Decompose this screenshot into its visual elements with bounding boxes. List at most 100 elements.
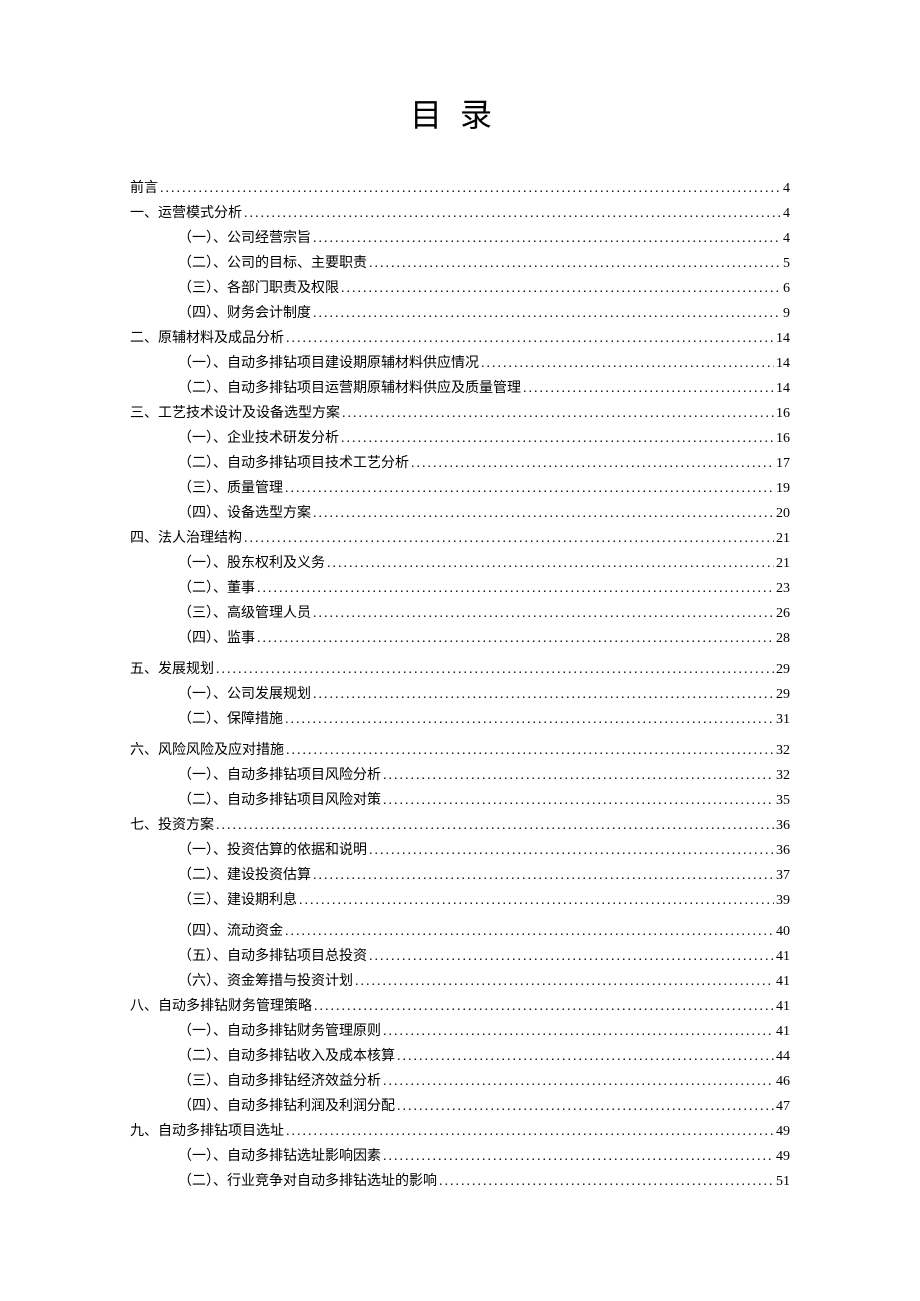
toc-entry-page: 23 — [774, 576, 790, 601]
toc-entry-page: 41 — [774, 969, 790, 994]
toc-entry: （三）、高级管理人员26 — [130, 601, 790, 626]
toc-entry: 前言4 — [130, 176, 790, 201]
toc-entry-text: （五）、自动多排钻项目总投资 — [178, 944, 367, 969]
toc-leader-dots — [325, 551, 774, 576]
toc-entry-text: （四）、自动多排钻利润及利润分配 — [178, 1094, 395, 1119]
toc-leader-dots — [311, 301, 781, 326]
toc-leader-dots — [339, 426, 774, 451]
toc-leader-dots — [214, 657, 774, 682]
toc-leader-dots — [395, 1044, 774, 1069]
toc-entry: （二）、自动多排钻项目运营期原辅材料供应及质量管理 14 — [130, 376, 790, 401]
toc-entry-page: 28 — [774, 626, 790, 651]
toc-leader-dots — [479, 351, 774, 376]
toc-entry-text: （四）、财务会计制度 — [178, 301, 311, 326]
toc-entry-text: （三）、建设期利息 — [178, 888, 297, 913]
toc-entry-page: 14 — [774, 351, 790, 376]
toc-entry-page: 35 — [774, 788, 790, 813]
toc-entry-text: （三）、高级管理人员 — [178, 601, 311, 626]
toc-entry: （一）、投资估算的依据和说明36 — [130, 838, 790, 863]
toc-entry-text: （二）、董事 — [178, 576, 255, 601]
toc-leader-dots — [255, 576, 774, 601]
toc-leader-dots — [395, 1094, 774, 1119]
toc-leader-dots — [283, 476, 774, 501]
toc-entry-text: （一）、公司发展规划 — [178, 682, 311, 707]
toc-entry: （二）、公司的目标、主要职责5 — [130, 251, 790, 276]
toc-leader-dots — [255, 626, 774, 651]
toc-entry-page: 51 — [774, 1169, 790, 1194]
toc-entry-page: 36 — [774, 813, 790, 838]
toc-entry-text: （二）、自动多排钻收入及成本核算 — [178, 1044, 395, 1069]
page-title: 目录 — [130, 90, 790, 136]
toc-entry-text: （四）、流动资金 — [178, 919, 283, 944]
toc-entry-text: 九、自动多排钻项目选址 — [130, 1119, 284, 1144]
toc-entry: （二）、行业竞争对自动多排钻选址的影响 51 — [130, 1169, 790, 1194]
toc-entry-text: 七、投资方案 — [130, 813, 214, 838]
toc-entry-page: 6 — [781, 276, 790, 301]
toc-entry-page: 47 — [774, 1094, 790, 1119]
toc-leader-dots — [311, 501, 774, 526]
toc-entry: 二、原辅材料及成品分析14 — [130, 326, 790, 351]
toc-entry-text: 二、原辅材料及成品分析 — [130, 326, 284, 351]
toc-entry: （四）、设备选型方案20 — [130, 501, 790, 526]
toc-leader-dots — [311, 601, 774, 626]
toc-entry: （四）、财务会计制度 9 — [130, 301, 790, 326]
toc-entry: 五、发展规划 29 — [130, 657, 790, 682]
toc-leader-dots — [242, 526, 774, 551]
toc-entry: （五）、自动多排钻项目总投资41 — [130, 944, 790, 969]
toc-leader-dots — [284, 738, 774, 763]
toc-entry-text: （一）、企业技术研发分析 — [178, 426, 339, 451]
toc-entry-text: 五、发展规划 — [130, 657, 214, 682]
toc-entry-text: （三）、自动多排钻经济效益分析 — [178, 1069, 381, 1094]
toc-entry-page: 29 — [774, 657, 790, 682]
toc-entry-text: （三）、质量管理 — [178, 476, 283, 501]
toc-entry: （三）、质量管理 19 — [130, 476, 790, 501]
toc-entry-page: 41 — [774, 1019, 790, 1044]
toc-leader-dots — [381, 1069, 774, 1094]
toc-leader-dots — [521, 376, 774, 401]
toc-leader-dots — [367, 251, 781, 276]
toc-leader-dots — [409, 451, 774, 476]
toc-leader-dots — [353, 969, 774, 994]
toc-entry: （一）、企业技术研发分析16 — [130, 426, 790, 451]
toc-leader-dots — [340, 401, 774, 426]
toc-entry-text: （一）、公司经营宗旨 — [178, 226, 311, 251]
toc-leader-dots — [367, 944, 774, 969]
toc-entry-text: （一）、股东权利及义务 — [178, 551, 325, 576]
toc-entry-text: （二）、行业竞争对自动多排钻选址的影响 — [178, 1169, 437, 1194]
toc-entry-page: 36 — [774, 838, 790, 863]
toc-entry: 八、自动多排钻财务管理策略41 — [130, 994, 790, 1019]
toc-entry-page: 49 — [774, 1119, 790, 1144]
toc-leader-dots — [339, 276, 781, 301]
toc-leader-dots — [283, 707, 774, 732]
toc-entry-page: 46 — [774, 1069, 790, 1094]
toc-entry: （二）、自动多排钻项目风险对策 35 — [130, 788, 790, 813]
toc-leader-dots — [381, 1144, 774, 1169]
toc-entry-page: 17 — [774, 451, 790, 476]
toc-entry-text: （一）、自动多排钻财务管理原则 — [178, 1019, 381, 1044]
toc-leader-dots — [311, 863, 774, 888]
toc-entry: （四）、监事28 — [130, 626, 790, 651]
toc-entry-page: 32 — [774, 763, 790, 788]
toc-entry: 七、投资方案 36 — [130, 813, 790, 838]
toc-entry: （一）、股东权利及义务21 — [130, 551, 790, 576]
toc-entry-page: 19 — [774, 476, 790, 501]
toc-entry: 六、风险风险及应对措施32 — [130, 738, 790, 763]
table-of-contents: 前言4一、运营模式分析4（一）、公司经营宗旨4（二）、公司的目标、主要职责5（三… — [130, 176, 790, 1194]
toc-entry-text: （二）、自动多排钻项目风险对策 — [178, 788, 381, 813]
toc-leader-dots — [242, 201, 781, 226]
toc-entry-text: （二）、保障措施 — [178, 707, 283, 732]
toc-leader-dots — [381, 763, 774, 788]
toc-leader-dots — [311, 226, 781, 251]
toc-entry: （一）、自动多排钻选址影响因素49 — [130, 1144, 790, 1169]
toc-entry-text: 四、法人治理结构 — [130, 526, 242, 551]
toc-entry: （三）、各部门职责及权限6 — [130, 276, 790, 301]
toc-entry: （四）、自动多排钻利润及利润分配 47 — [130, 1094, 790, 1119]
toc-entry-page: 9 — [781, 301, 790, 326]
toc-entry-page: 14 — [774, 376, 790, 401]
toc-entry-page: 4 — [781, 176, 790, 201]
toc-entry: （一）、自动多排钻项目建设期原辅材料供应情况14 — [130, 351, 790, 376]
toc-entry-text: （二）、公司的目标、主要职责 — [178, 251, 367, 276]
toc-entry: （一）、自动多排钻项目风险分析32 — [130, 763, 790, 788]
toc-entry-text: （四）、设备选型方案 — [178, 501, 311, 526]
toc-entry-text: （二）、自动多排钻项目运营期原辅材料供应及质量管理 — [178, 376, 521, 401]
